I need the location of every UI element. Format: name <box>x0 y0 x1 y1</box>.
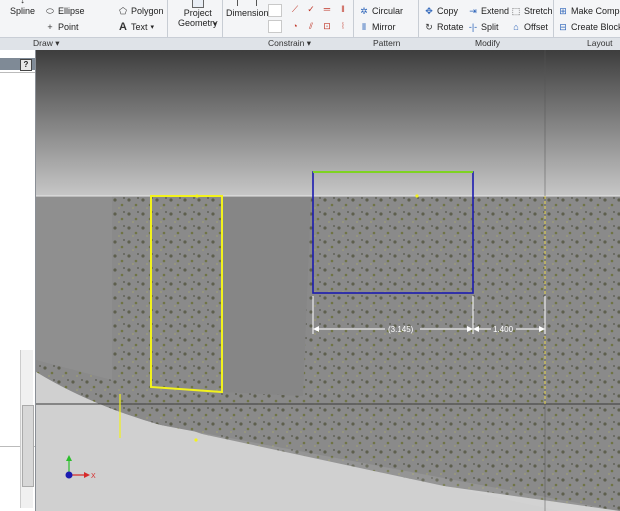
browser-scrollbar[interactable] <box>20 350 34 508</box>
symmetric-icon[interactable]: ⦚ <box>338 21 348 31</box>
circular-pattern-icon: ✲ <box>360 6 368 16</box>
create-block-icon: ⊟ <box>559 22 567 32</box>
rotate-icon: ↻ <box>425 22 433 32</box>
group-draw-label[interactable]: Draw ▾ <box>33 38 59 49</box>
dimension-button[interactable]: Dimension <box>226 0 269 18</box>
split-button[interactable]: -|- Split <box>468 22 499 32</box>
sketch-canvas[interactable]: (3.145) 1.400 X <box>36 50 620 511</box>
mirror-icon: ⫴ <box>362 22 366 32</box>
separator <box>553 0 554 37</box>
equal-icon[interactable]: ⫽ <box>306 21 316 31</box>
sketch-point[interactable] <box>415 194 419 198</box>
coincident-icon[interactable]: ⟋ <box>290 4 300 14</box>
text-button[interactable]: A Text ▾ <box>118 21 155 33</box>
horizontal-icon[interactable]: ═ <box>322 4 332 14</box>
rotate-button[interactable]: ↻ Rotate <box>424 22 463 32</box>
model-browser: ? <box>0 50 36 511</box>
vertical-icon[interactable]: ‖ <box>338 4 348 14</box>
point-icon: + <box>47 22 53 32</box>
constrain-tools: ⟋ ✓ ═ ‖ ◔ ⫽ ⊡ ⦚ <box>268 0 350 37</box>
ellipse-button[interactable]: ⬭ Ellipse <box>45 6 84 16</box>
graphics-window[interactable]: (3.145) 1.400 X <box>36 50 620 511</box>
sketch-point[interactable] <box>194 438 198 442</box>
group-pattern-label[interactable]: Pattern <box>373 38 400 48</box>
chevron-down-icon: ▾ <box>150 24 155 31</box>
flat-face <box>36 196 112 380</box>
spline-button[interactable]: ↓ Spline <box>10 0 35 16</box>
mirror-button[interactable]: ⫴ Mirror <box>359 22 395 32</box>
circular-button[interactable]: ✲ Circular <box>359 6 403 16</box>
offset-button[interactable]: ⌂ Offset <box>511 22 548 32</box>
background-gradient <box>36 50 620 198</box>
copy-icon: ✥ <box>425 6 433 16</box>
scrollbar-thumb[interactable] <box>22 405 34 487</box>
dimension-driven-text: (3.145) <box>388 325 414 334</box>
chevron-down-icon: ▾ <box>213 21 217 28</box>
perpendicular-icon[interactable]: ✓ <box>306 4 316 14</box>
auto-dimension-icon[interactable] <box>268 4 282 17</box>
help-icon[interactable]: ? <box>20 59 32 71</box>
polygon-icon: ⬠ <box>119 6 127 16</box>
group-constrain-label[interactable]: Constrain ▾ <box>268 38 311 49</box>
tangent-icon[interactable]: ◔ <box>290 21 300 31</box>
make-components-button[interactable]: ⊞ Make Compo <box>558 6 620 16</box>
dimension-icon <box>237 0 258 6</box>
cube-icon <box>191 0 204 8</box>
flat-face <box>222 196 311 396</box>
separator <box>353 0 354 37</box>
ribbon: ↓ Spline ⬭ Ellipse + Point ⬠ Polygon A T… <box>0 0 620 37</box>
triad-x-label: X <box>91 473 96 480</box>
ellipse-icon: ⬭ <box>46 6 54 16</box>
split-icon: -|- <box>468 22 478 32</box>
polygon-button[interactable]: ⬠ Polygon <box>118 6 163 16</box>
constraint-settings-icon[interactable] <box>268 20 282 33</box>
ribbon-group-bar: Draw ▾ Constrain ▾ Pattern Modify Layout <box>0 37 620 51</box>
point-button[interactable]: + Point <box>45 22 78 32</box>
make-components-icon: ⊞ <box>559 6 567 16</box>
sketch-point[interactable] <box>195 194 199 198</box>
create-block-button[interactable]: ⊟ Create Block <box>558 22 620 32</box>
separator <box>418 0 419 37</box>
browser-divider <box>0 72 35 73</box>
stretch-icon: ⬚ <box>511 6 521 16</box>
offset-icon: ⌂ <box>513 22 519 32</box>
fix-icon[interactable]: ⊡ <box>322 21 332 31</box>
dimension-value-text: 1.400 <box>493 325 514 334</box>
stretch-button[interactable]: ⬚ Stretch <box>511 6 553 16</box>
separator <box>222 0 223 37</box>
extend-icon: ⇥ <box>469 6 477 16</box>
extend-button[interactable]: ⇥ Extend <box>468 6 509 16</box>
copy-button[interactable]: ✥ Copy <box>424 6 458 16</box>
group-layout-label[interactable]: Layout <box>587 38 613 48</box>
separator <box>167 0 168 37</box>
group-modify-label[interactable]: Modify <box>475 38 500 48</box>
project-geometry-button[interactable]: Project Geometry <box>178 0 218 28</box>
text-icon: A <box>119 21 127 33</box>
